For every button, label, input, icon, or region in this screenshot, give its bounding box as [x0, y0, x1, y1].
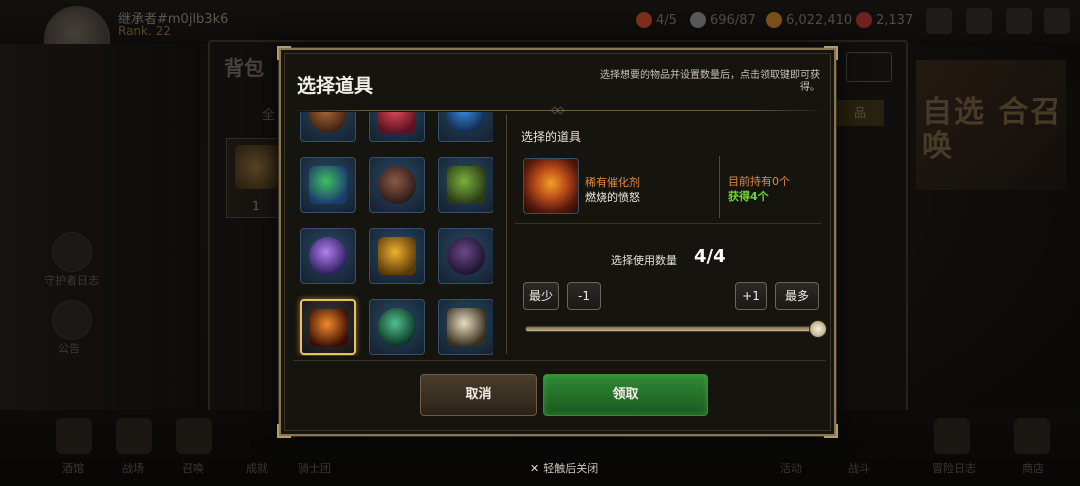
cancel-button[interactable]: 取消 — [420, 374, 537, 416]
quantity-slider[interactable] — [525, 326, 819, 332]
owned-count: 目前持有0个 — [728, 175, 790, 188]
divider-diamond-icon: ◇◇ — [551, 105, 564, 116]
item-slot[interactable] — [300, 299, 356, 355]
slider-knob[interactable] — [809, 320, 827, 338]
item-dark-tablet-icon — [447, 237, 485, 275]
item-red-slime-icon — [378, 112, 416, 133]
plus-one-button[interactable]: +1 — [735, 282, 767, 310]
item-slot[interactable] — [438, 157, 493, 213]
corner-ornament — [277, 424, 291, 438]
minus-one-button[interactable]: -1 — [567, 282, 601, 310]
item-slot[interactable] — [369, 228, 425, 284]
item-ore-pile-icon — [378, 166, 416, 204]
fire-catalyst-icon — [523, 158, 579, 214]
footer-divider — [293, 360, 826, 361]
item-slot[interactable] — [438, 228, 493, 284]
item-grid[interactable] — [293, 112, 493, 356]
gain-count: 获得4个 — [728, 190, 769, 203]
item-blue-scroll-icon — [447, 112, 485, 133]
item-slot[interactable] — [300, 228, 356, 284]
quantity-value: 4/4 — [694, 246, 726, 267]
item-skull-bones-icon — [447, 308, 485, 346]
item-green-powder-icon — [447, 166, 485, 204]
corner-ornament — [277, 46, 291, 60]
dialog-hint: 选择想要的物品并设置数量后，点击领取键即可获得。 — [600, 70, 820, 93]
item-chest-icon — [309, 112, 347, 133]
item-color-orbs-icon — [309, 166, 347, 204]
max-button[interactable]: 最多 — [775, 282, 819, 310]
tap-to-close-hint[interactable]: ✕ 轻触后关闭 — [530, 460, 598, 476]
item-crystal-shard-icon — [309, 237, 347, 275]
selected-item-rarity: 稀有催化剂 — [585, 176, 640, 189]
claim-button[interactable]: 领取 — [543, 374, 708, 416]
item-slot[interactable] — [438, 112, 493, 142]
item-slot[interactable] — [300, 112, 356, 142]
item-slot[interactable] — [300, 157, 356, 213]
item-fire-catalyst-icon — [310, 309, 348, 347]
corner-ornament — [824, 46, 838, 60]
close-icon: ✕ — [530, 462, 540, 475]
item-slot[interactable] — [369, 112, 425, 142]
corner-ornament — [824, 424, 838, 438]
panel-divider — [506, 114, 507, 354]
item-gold-medal-icon — [378, 237, 416, 275]
min-button[interactable]: 最少 — [523, 282, 559, 310]
dialog-title: 选择道具 — [297, 75, 374, 97]
detail-divider — [719, 156, 720, 218]
select-item-dialog: 选择道具 选择想要的物品并设置数量后，点击领取键即可获得。 ◇◇ 选择的道具 稀… — [277, 46, 838, 438]
item-slot[interactable] — [369, 157, 425, 213]
quantity-label: 选择使用数量 — [611, 254, 677, 267]
selected-item-name: 燃烧的愤怒 — [585, 191, 640, 204]
item-slot[interactable] — [438, 299, 493, 355]
selected-item-label: 选择的道具 — [521, 130, 582, 144]
item-slot[interactable] — [369, 299, 425, 355]
item-jade-compass-icon — [378, 308, 416, 346]
